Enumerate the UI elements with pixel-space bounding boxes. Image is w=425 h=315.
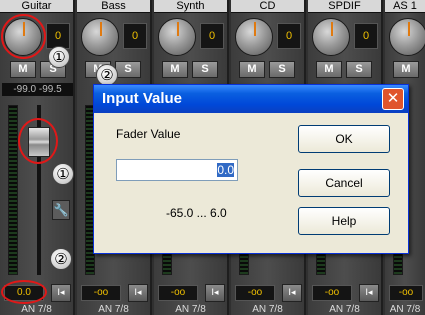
route-label: AN 7/8: [389, 304, 421, 315]
route-label: AN 7/8: [329, 304, 360, 315]
solo-button[interactable]: S: [192, 61, 218, 78]
help-button[interactable]: Help: [298, 207, 390, 235]
skip-button[interactable]: I◂: [205, 284, 225, 302]
dialog-titlebar[interactable]: Input Value ✕: [94, 85, 408, 113]
mute-button[interactable]: M: [10, 61, 36, 78]
dialog-title: Input Value: [102, 90, 183, 107]
fader-value[interactable]: -oo: [235, 285, 275, 301]
callout-badge-2: ②: [50, 248, 72, 270]
close-icon[interactable]: ✕: [382, 88, 404, 110]
cancel-button[interactable]: Cancel: [298, 169, 390, 197]
route-label: AN 7/8: [175, 304, 206, 315]
skip-button[interactable]: I◂: [282, 284, 302, 302]
fader-value-label: Fader Value: [116, 127, 181, 141]
mixer-window: Guitar 0 M S -99.0 -99.5 🔧 0.0 I◂ AN 7/8…: [0, 0, 425, 315]
fader-value-input-text: 0.0: [217, 163, 234, 177]
mute-button[interactable]: M: [162, 61, 188, 78]
highlight-ring-fader: [18, 118, 58, 164]
peak-readout: -99.0 -99.5: [2, 83, 73, 96]
skip-button[interactable]: I◂: [51, 284, 71, 302]
route-label: AN 7/8: [21, 304, 52, 315]
gain-knob[interactable]: [312, 18, 350, 56]
gain-knob[interactable]: [158, 18, 196, 56]
gain-knob[interactable]: [81, 18, 119, 56]
ok-button[interactable]: OK: [298, 125, 390, 153]
gain-knob[interactable]: [235, 18, 273, 56]
channel-name: Guitar: [0, 0, 73, 13]
mute-button[interactable]: M: [239, 61, 265, 78]
route-label: AN 7/8: [98, 304, 129, 315]
skip-button[interactable]: I◂: [359, 284, 379, 302]
highlight-ring-value: [1, 280, 47, 304]
solo-button[interactable]: S: [115, 61, 141, 78]
solo-button[interactable]: S: [269, 61, 295, 78]
fader-value-input[interactable]: 0.0: [116, 159, 238, 181]
gain-value: 0: [200, 23, 224, 49]
mute-button[interactable]: M: [316, 61, 342, 78]
gain-value: 0: [354, 23, 378, 49]
fader-value[interactable]: -oo: [81, 285, 121, 301]
callout-badge-1: ①: [48, 46, 70, 68]
input-value-dialog: Input Value ✕ Fader Value 0.0 -65.0 ... …: [93, 84, 409, 254]
callout-badge-1: ①: [52, 163, 74, 185]
channel-name: Synth: [154, 0, 227, 13]
mute-button[interactable]: M: [393, 61, 419, 78]
fader-value[interactable]: -oo: [312, 285, 352, 301]
channel-name: SPDIF: [308, 0, 381, 13]
wrench-icon[interactable]: 🔧: [52, 200, 70, 220]
skip-button[interactable]: I◂: [128, 284, 148, 302]
channel-name: AS 1: [385, 0, 425, 13]
fader-value[interactable]: -oo: [389, 285, 423, 301]
fader-value[interactable]: -oo: [158, 285, 198, 301]
callout-badge-2: ②: [96, 64, 118, 86]
level-meter: [8, 105, 18, 275]
solo-button[interactable]: S: [346, 61, 372, 78]
gain-knob[interactable]: [389, 18, 425, 56]
gain-value: 0: [123, 23, 147, 49]
route-label: AN 7/8: [252, 304, 283, 315]
value-range-text: -65.0 ... 6.0: [166, 206, 227, 220]
channel-name: CD: [231, 0, 304, 13]
highlight-ring-knob: [1, 14, 46, 59]
gain-value: 0: [277, 23, 301, 49]
channel-name: Bass: [77, 0, 150, 13]
